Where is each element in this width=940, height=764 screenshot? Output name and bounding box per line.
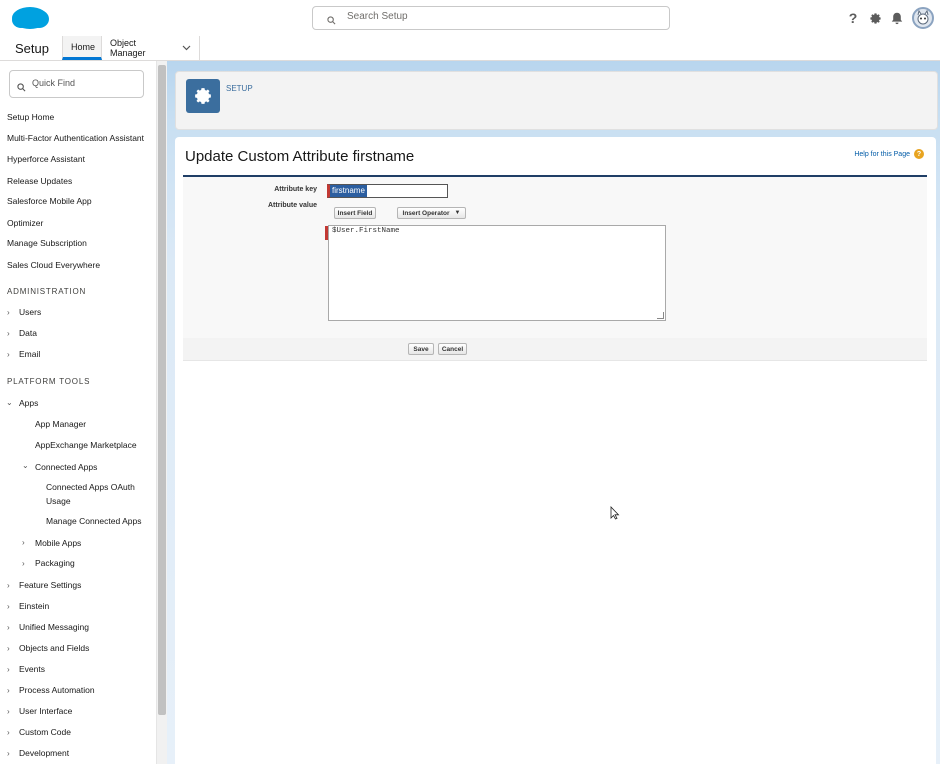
sidebar-scrollbar[interactable] (156, 61, 167, 764)
insert-operator-button[interactable]: Insert Operator ▼ (397, 207, 466, 219)
chevron-right-icon[interactable]: › (7, 749, 10, 758)
gear-icon[interactable] (868, 11, 882, 25)
sidebar-item-users[interactable]: Users (19, 307, 41, 317)
bell-icon[interactable] (890, 11, 904, 25)
sidebar-item-manage-subscription[interactable]: Manage Subscription (7, 238, 87, 248)
sidebar-item-setup-home[interactable]: Setup Home (7, 112, 54, 122)
sidebar-item-salesforce-mobile-app[interactable]: Salesforce Mobile App (7, 196, 92, 206)
cancel-button[interactable]: Cancel (438, 343, 467, 355)
sidebar-item-app-manager[interactable]: App Manager (35, 419, 86, 429)
help-icon[interactable]: ? (914, 149, 924, 159)
chevron-right-icon[interactable]: › (7, 728, 10, 737)
sidebar-item-sales-cloud-everywhere[interactable]: Sales Cloud Everywhere (7, 260, 100, 270)
attribute-key-value: firstname (330, 185, 367, 197)
cancel-label: Cancel (441, 345, 464, 353)
attribute-value-text: $User.FirstName (332, 227, 400, 235)
chevron-right-icon[interactable]: › (22, 559, 25, 568)
chevron-right-icon[interactable]: › (22, 538, 25, 547)
search-placeholder: Search Setup (347, 11, 408, 22)
sidebar-item-optimizer[interactable]: Optimizer (7, 218, 43, 228)
chevron-right-icon[interactable]: › (7, 644, 10, 653)
avatar[interactable] (912, 7, 934, 29)
page-title: Update Custom Attribute firstname (185, 148, 415, 165)
caret-down-icon: ▼ (454, 210, 461, 216)
sidebar-item-events[interactable]: Events (19, 664, 45, 674)
attribute-key-input[interactable]: firstname (327, 184, 448, 198)
quick-find-placeholder: Quick Find (32, 78, 76, 88)
app-title: Setup (15, 41, 49, 56)
sidebar-item-connected-apps-oauth[interactable]: Connected Apps OAuth (46, 482, 135, 492)
chevron-right-icon[interactable]: › (7, 686, 10, 695)
search-icon (17, 79, 26, 97)
sidebar-item-mfa-assistant[interactable]: Multi-Factor Authentication Assistant (7, 133, 144, 143)
sidebar-section-platform-tools: PLATFORM TOOLS (7, 377, 91, 386)
sidebar-item-unified-messaging[interactable]: Unified Messaging (19, 622, 89, 632)
sidebar-item-hyperforce-assistant[interactable]: Hyperforce Assistant (7, 154, 85, 164)
chevron-down-icon[interactable]: ⌄ (22, 461, 29, 470)
chevron-down-icon[interactable]: ⌄ (6, 398, 13, 407)
sidebar-item-apps[interactable]: Apps (19, 398, 38, 408)
attribute-value-label: Attribute value (267, 202, 317, 209)
sidebar-item-user-interface[interactable]: User Interface (19, 706, 72, 716)
app-nav-bar: Setup Home Object Manager (0, 36, 940, 61)
insert-field-button[interactable]: Insert Field (334, 207, 376, 219)
save-label: Save (413, 345, 429, 353)
chevron-right-icon[interactable]: › (7, 665, 10, 674)
sidebar-section-administration: ADMINISTRATION (7, 287, 87, 296)
help-link[interactable]: Help for this Page ? (854, 149, 924, 159)
sidebar-item-objects-and-fields[interactable]: Objects and Fields (19, 643, 89, 653)
setup-page-header: SETUP (175, 71, 938, 130)
sidebar-item-development[interactable]: Development (19, 748, 69, 758)
tab-object-manager-label: Object Manager (110, 38, 146, 58)
sidebar-scroll-thumb[interactable] (158, 65, 166, 715)
sidebar-item-data[interactable]: Data (19, 328, 37, 338)
save-button[interactable]: Save (408, 343, 434, 355)
help-link-label[interactable]: Help for this Page (854, 151, 910, 158)
mouse-cursor-icon (610, 506, 620, 525)
help-icon[interactable]: ? (846, 10, 860, 26)
search-icon (327, 12, 336, 30)
global-search-input[interactable]: Search Setup (312, 6, 670, 30)
attribute-value-textarea[interactable]: $User.FirstName (325, 225, 666, 321)
sidebar-item-process-automation[interactable]: Process Automation (19, 685, 95, 695)
sidebar-item-custom-code[interactable]: Custom Code (19, 727, 71, 737)
global-header: Search Setup ? (0, 0, 940, 37)
chevron-down-icon[interactable] (182, 43, 191, 53)
sidebar-item-mobile-apps[interactable]: Mobile Apps (35, 538, 81, 548)
setup-sidebar: Quick Find Setup Home Multi-Factor Authe… (0, 61, 156, 764)
required-indicator (325, 226, 328, 240)
sidebar-item-feature-settings[interactable]: Feature Settings (19, 580, 81, 590)
sidebar-item-appexchange[interactable]: AppExchange Marketplace (35, 440, 137, 450)
setup-gear-icon (186, 79, 220, 113)
button-row: Save Cancel (183, 338, 927, 361)
breadcrumb: SETUP (226, 84, 253, 93)
sidebar-item-manage-connected-apps[interactable]: Manage Connected Apps (46, 516, 141, 526)
sidebar-item-packaging[interactable]: Packaging (35, 558, 75, 568)
sidebar-item-connected-apps-oauth-line2[interactable]: Usage (46, 496, 71, 506)
chevron-right-icon[interactable]: › (7, 602, 10, 611)
sidebar-item-release-updates[interactable]: Release Updates (7, 176, 72, 186)
tab-home[interactable]: Home (62, 36, 102, 60)
content-panel: Update Custom Attribute firstname Help f… (175, 137, 936, 764)
tab-home-label: Home (71, 41, 96, 52)
attribute-key-label: Attribute key (274, 186, 317, 193)
insert-operator-label: Insert Operator (402, 209, 450, 217)
chevron-right-icon[interactable]: › (7, 581, 10, 590)
salesforce-logo[interactable] (10, 4, 50, 32)
chevron-right-icon[interactable]: › (7, 707, 10, 716)
insert-field-label: Insert Field (337, 209, 373, 217)
chevron-right-icon[interactable]: › (7, 623, 10, 632)
chevron-right-icon[interactable]: › (7, 350, 10, 359)
edit-form: Attribute key firstname Attribute value … (183, 175, 927, 340)
chevron-right-icon[interactable]: › (7, 329, 10, 338)
sidebar-item-connected-apps[interactable]: Connected Apps (35, 462, 97, 472)
tab-object-manager[interactable]: Object Manager (102, 36, 200, 60)
chevron-right-icon[interactable]: › (7, 308, 10, 317)
quick-find-input[interactable]: Quick Find (9, 70, 144, 98)
sidebar-item-einstein[interactable]: Einstein (19, 601, 49, 611)
sidebar-item-email[interactable]: Email (19, 349, 40, 359)
resize-handle[interactable] (657, 312, 664, 319)
